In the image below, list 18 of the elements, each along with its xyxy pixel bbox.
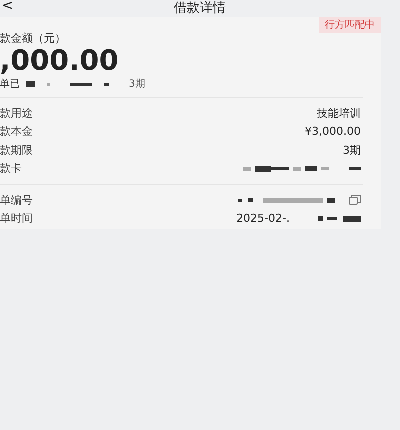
field-value: 2025-02-. bbox=[236, 212, 290, 226]
field-label: 款卡 bbox=[0, 161, 22, 176]
field-value: ¥3,000.00 bbox=[305, 125, 361, 138]
field-label: 款用途 bbox=[0, 106, 33, 121]
status-text: 单已 bbox=[0, 78, 20, 91]
installments-text: 3期 bbox=[129, 78, 146, 91]
field-label: 款本金 bbox=[0, 124, 33, 140]
field-label: 款期限 bbox=[0, 142, 33, 158]
field-label: 单编号 bbox=[0, 192, 33, 208]
amount-value: ,000.00 bbox=[0, 46, 120, 76]
copy-icon[interactable] bbox=[349, 195, 361, 206]
amount-label: 款金额（元） bbox=[0, 31, 67, 46]
field-label: 单时间 bbox=[0, 211, 33, 226]
back-button[interactable]: < bbox=[2, 0, 14, 14]
field-value: 技能培训 bbox=[317, 106, 361, 121]
field-value: 3期 bbox=[343, 142, 361, 158]
page-title: 借款详情 bbox=[174, 0, 226, 17]
status-badge: 行方匹配中 bbox=[319, 17, 381, 33]
